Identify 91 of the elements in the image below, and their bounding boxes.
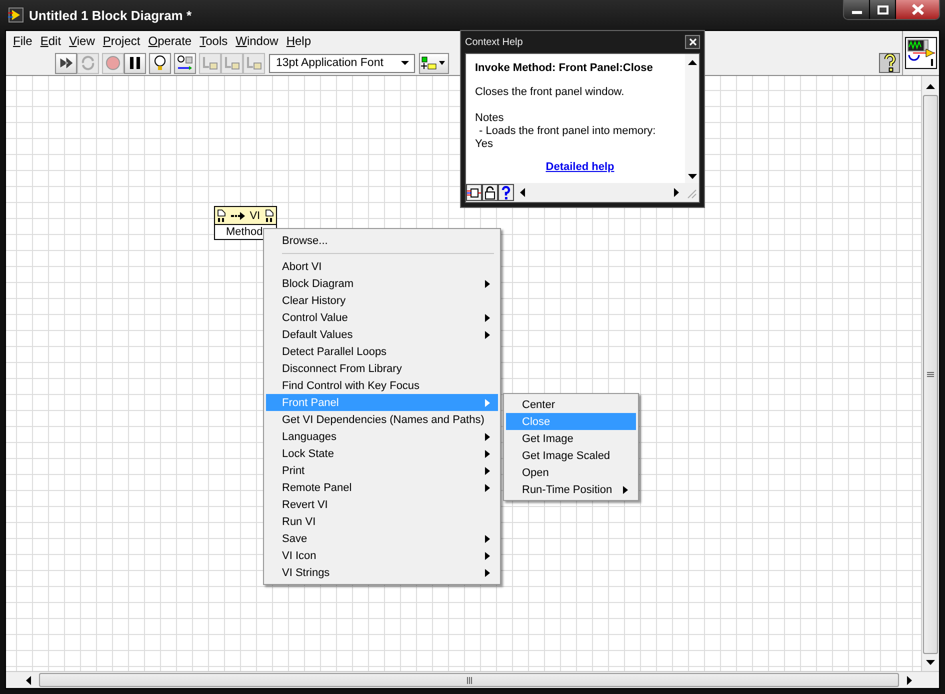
menu-item[interactable]: Operate xyxy=(144,34,196,48)
grip-icon[interactable] xyxy=(927,372,934,377)
scroll-up-icon[interactable] xyxy=(926,84,935,89)
menu-item[interactable]: View xyxy=(65,34,99,48)
menu-item[interactable]: Languages xyxy=(266,428,498,445)
window-title: Context Help xyxy=(465,36,523,48)
scroll-right-icon[interactable] xyxy=(674,188,679,197)
resize-grip-icon[interactable] xyxy=(685,186,697,198)
font-dropdown[interactable]: 13pt Application Font xyxy=(269,54,415,72)
close-button[interactable] xyxy=(685,35,700,49)
loop-arrows-icon xyxy=(79,54,97,72)
menu-item[interactable]: Default Values xyxy=(266,326,498,343)
menu-item[interactable]: Abort VI xyxy=(266,258,498,275)
block-diagram-icon xyxy=(467,186,481,200)
minimize-button[interactable] xyxy=(844,0,870,19)
menu-item[interactable]: Run-Time Position xyxy=(506,481,636,498)
menu-item[interactable]: Clear History xyxy=(266,292,498,309)
vi-icon xyxy=(905,37,937,69)
menu-item[interactable]: Save xyxy=(266,530,498,547)
note-text: Yes xyxy=(475,138,494,151)
scroll-left-icon[interactable] xyxy=(520,188,525,197)
vertical-scrollbar[interactable] xyxy=(921,76,939,671)
menu-item[interactable]: Center xyxy=(506,396,636,413)
run-button[interactable] xyxy=(55,52,77,74)
maximize-icon xyxy=(876,4,888,14)
help-icon xyxy=(501,186,511,200)
method-label: Method xyxy=(225,225,264,239)
dropdown-arrow-icon xyxy=(400,60,410,66)
lock-icon xyxy=(484,186,496,200)
minimize-icon xyxy=(852,11,862,14)
scroll-right-icon[interactable] xyxy=(907,676,912,684)
help-icon xyxy=(882,54,898,72)
probe-icon xyxy=(176,54,194,72)
menu-item[interactable]: Get Image xyxy=(506,430,636,447)
close-icon xyxy=(688,38,696,46)
menu-item[interactable]: Lock State xyxy=(266,445,498,462)
arrow-icon xyxy=(230,212,245,220)
menu-item[interactable]: Remote Panel xyxy=(266,479,498,496)
menu-item[interactable]: Get Image Scaled xyxy=(506,447,636,464)
menu-item[interactable]: Run VI xyxy=(266,513,498,530)
note-text: - Loads the front panel into memory: xyxy=(478,125,657,138)
menu-item[interactable]: File xyxy=(9,34,36,48)
menu-item[interactable]: VI Strings xyxy=(266,564,498,581)
menu-item[interactable]: Block Diagram xyxy=(266,275,498,292)
step-icon xyxy=(223,54,241,72)
menu-item[interactable]: Detect Parallel Loops xyxy=(266,343,498,360)
scroll-down-icon[interactable] xyxy=(688,174,696,179)
menu-item[interactable]: Help xyxy=(282,34,315,48)
menu-item[interactable]: Control Value xyxy=(266,309,498,326)
menu-item[interactable]: Project xyxy=(98,34,144,48)
pause-button[interactable] xyxy=(124,52,146,74)
app-icon xyxy=(8,7,24,23)
scroll-left-icon[interactable] xyxy=(26,676,31,684)
lock-button[interactable] xyxy=(482,184,498,201)
retain-wire-button[interactable] xyxy=(174,52,196,74)
help-description: Closes the front panel window. xyxy=(475,86,626,99)
highlight-button[interactable] xyxy=(149,52,171,74)
block-diagram-button[interactable] xyxy=(466,184,482,201)
align-button[interactable] xyxy=(419,52,449,74)
menu-item[interactable]: Disconnect From Library xyxy=(266,360,498,377)
grip-icon[interactable] xyxy=(466,676,472,684)
menu-item[interactable]: Tools xyxy=(196,34,232,48)
scroll-down-icon[interactable] xyxy=(926,660,935,665)
menu-item[interactable]: Revert VI xyxy=(266,496,498,513)
help-heading: Invoke Method: Front Panel:Close xyxy=(475,62,654,74)
stop-icon xyxy=(104,54,122,72)
menu-item[interactable]: Find Control with Key Focus xyxy=(266,377,498,394)
error-terminal-icon xyxy=(217,208,226,222)
notes-heading: Notes xyxy=(475,112,505,125)
maximize-button[interactable] xyxy=(870,0,896,19)
class-label: VI xyxy=(250,210,260,222)
step-icon xyxy=(201,54,219,72)
error-terminal-icon xyxy=(264,208,274,222)
detailed-help-link[interactable]: Detailed help xyxy=(546,161,614,173)
horizontal-scrollbar[interactable] xyxy=(6,671,939,688)
help-button[interactable] xyxy=(498,184,514,201)
menu-item[interactable]: Open xyxy=(506,464,636,481)
menu-item[interactable]: Print xyxy=(266,462,498,479)
window-title: Untitled 1 Block Diagram * xyxy=(29,8,192,22)
menu-item[interactable]: VI Icon xyxy=(266,547,498,564)
close-button[interactable] xyxy=(896,0,939,19)
step-icon xyxy=(245,54,263,72)
scroll-up-icon[interactable] xyxy=(688,60,696,65)
invoke-node[interactable]: VI Method xyxy=(214,206,277,240)
menu-item[interactable]: Get VI Dependencies (Names and Paths) xyxy=(266,411,498,428)
menu-item[interactable]: Edit xyxy=(36,34,66,48)
help-button[interactable] xyxy=(879,53,900,73)
vertical-scrollbar[interactable] xyxy=(685,54,699,183)
close-icon xyxy=(910,4,924,15)
menu-item[interactable]: Window xyxy=(232,34,282,48)
align-objects-icon xyxy=(420,55,448,71)
